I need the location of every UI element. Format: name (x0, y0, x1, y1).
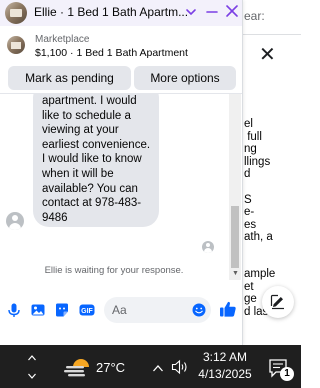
windows-taskbar (0, 345, 301, 388)
weather-haze-icon[interactable] (64, 355, 90, 379)
scroll-down-arrow-icon[interactable]: ▼ (232, 270, 239, 278)
chevron-down-icon[interactable] (184, 3, 198, 21)
chat-title: Ellie · 1 Bed 1 Bath Apartm... (34, 5, 189, 19)
clock-date[interactable]: 4/13/2025 (196, 367, 254, 381)
message-bubble: apartment. I would like to schedule a vi… (33, 94, 159, 227)
read-receipt-avatar (202, 241, 214, 253)
more-options-button[interactable]: More options (134, 66, 236, 90)
background-header-fragment: ear: (244, 9, 265, 23)
compose-icon (270, 294, 284, 310)
svg-text:GIF: GIF (81, 308, 93, 315)
listing-thumbnail-icon (5, 2, 27, 24)
listing-subtitle[interactable]: $1,100 · 1 Bed 1 Bath Apartment (35, 47, 188, 59)
speaker-icon[interactable] (171, 359, 189, 375)
background-text-fragment: el full ng llings d S e- es ath, a (244, 118, 273, 244)
like-icon[interactable] (219, 300, 237, 318)
background-divider (243, 34, 301, 35)
sticker-icon[interactable] (54, 302, 70, 318)
microphone-icon[interactable] (6, 302, 22, 318)
background-close-icon[interactable]: ✕ (259, 45, 276, 65)
sender-avatar[interactable] (6, 212, 24, 230)
composer-bar: GIF (0, 284, 242, 345)
message-thread: apartment. I would like to schedule a vi… (0, 94, 242, 284)
close-icon[interactable] (225, 4, 239, 18)
temperature-label[interactable]: 27°C (96, 360, 125, 375)
taskbar-scroll-chevrons-icon[interactable] (26, 349, 38, 385)
new-message-button[interactable] (262, 286, 294, 318)
thread-scrollbar[interactable]: ▼ (229, 94, 241, 280)
photo-icon[interactable] (30, 302, 46, 318)
notification-count-badge: 1 (280, 367, 294, 381)
scrollbar-thumb[interactable] (231, 206, 239, 268)
screen: ear: ✕ el full ng llings d S e- es ath, … (0, 0, 301, 388)
listing-image-icon[interactable] (7, 36, 25, 54)
listing-card: Marketplace $1,100 · 1 Bed 1 Bath Apartm… (0, 26, 242, 94)
chat-window: Ellie · 1 Bed 1 Bath Apartm... Marketpla… (0, 0, 243, 345)
chat-header[interactable]: Ellie · 1 Bed 1 Bath Apartm... (0, 0, 242, 26)
waiting-status: Ellie is waiting for your response. (44, 265, 184, 276)
listing-kicker: Marketplace (35, 34, 90, 45)
mark-as-pending-button[interactable]: Mark as pending (8, 66, 131, 90)
clock-time[interactable]: 3:12 AM (200, 350, 250, 364)
minimize-icon[interactable] (205, 5, 219, 19)
gif-icon[interactable]: GIF (79, 302, 95, 318)
emoji-icon[interactable] (192, 303, 206, 317)
show-hidden-icons-chevron-icon[interactable] (152, 363, 164, 373)
